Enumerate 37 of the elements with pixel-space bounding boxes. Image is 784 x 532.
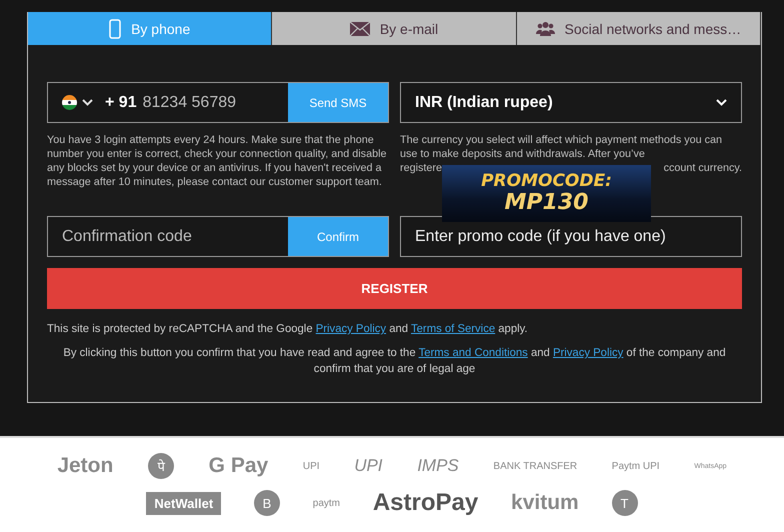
currency-select[interactable]: INR (Indian rupee): [400, 82, 742, 123]
text-link[interactable]: Terms and Conditions: [418, 347, 528, 359]
envelope-icon: [350, 22, 370, 36]
text-link[interactable]: Terms of Service: [411, 323, 496, 335]
login-attempts-note: You have 3 login attempts every 24 hours. Make sure that the phone number you enter is correct, check your connection quality, and disable any blocks set by your device or an antivirus. If you haven't received a message after 10 minutes, please contact our customer support team.: [47, 133, 388, 189]
register-button[interactable]: REGISTER: [47, 268, 742, 309]
currency-note-fragment: registere: [400, 161, 442, 175]
country-code: + 91: [105, 94, 137, 112]
tab[interactable]: By e-mail: [272, 12, 517, 45]
payment-logo: UPI: [302, 460, 320, 472]
phone-icon: [109, 18, 122, 38]
people-icon: [536, 21, 554, 36]
currency-note-fragment: ccount currency.: [664, 161, 742, 175]
promo-code-field[interactable]: Enter promo code (if you have one): [400, 216, 742, 257]
payment-logo: paytm: [312, 498, 340, 508]
payment-logo: पे: [148, 453, 174, 479]
tab[interactable]: Social networks and mess…: [516, 12, 761, 45]
chevron-down-icon: [82, 99, 93, 106]
consent-notice: By clicking this button you confirm that you have read and agree to the Terms and Conditions and Privacy Policy of the company and confirm that you are of legal age: [62, 346, 727, 377]
chevron-down-icon: [716, 99, 727, 106]
payment-logo: G Pay: [208, 454, 268, 478]
text-link[interactable]: Privacy Policy: [316, 323, 386, 335]
payment-logo: kvitum: [511, 491, 579, 515]
payment-logo: T: [612, 490, 638, 516]
recaptcha-notice: This site is protected by reCAPTCHA and the Google Privacy Policy and Terms of Service apply.: [47, 322, 529, 337]
payment-logo: Paytm UPI: [612, 460, 660, 472]
phone-field[interactable]: + 91 81234 56789 Send SMS: [47, 82, 389, 123]
payment-logo: Jeton: [57, 454, 114, 478]
payment-logo: B: [254, 490, 280, 516]
payment-logo: NetWallet: [146, 492, 222, 514]
promo-banner: PROMOCODE: MP130: [442, 165, 651, 222]
payment-logo: AstroPay: [372, 489, 478, 517]
payment-logo: BANK TRANSFER: [493, 460, 578, 472]
flag-icon: [62, 95, 77, 110]
payment-logo: UPI: [354, 456, 383, 476]
text-link[interactable]: Privacy Policy: [552, 347, 624, 359]
payment-logo: IMPS: [417, 456, 459, 476]
